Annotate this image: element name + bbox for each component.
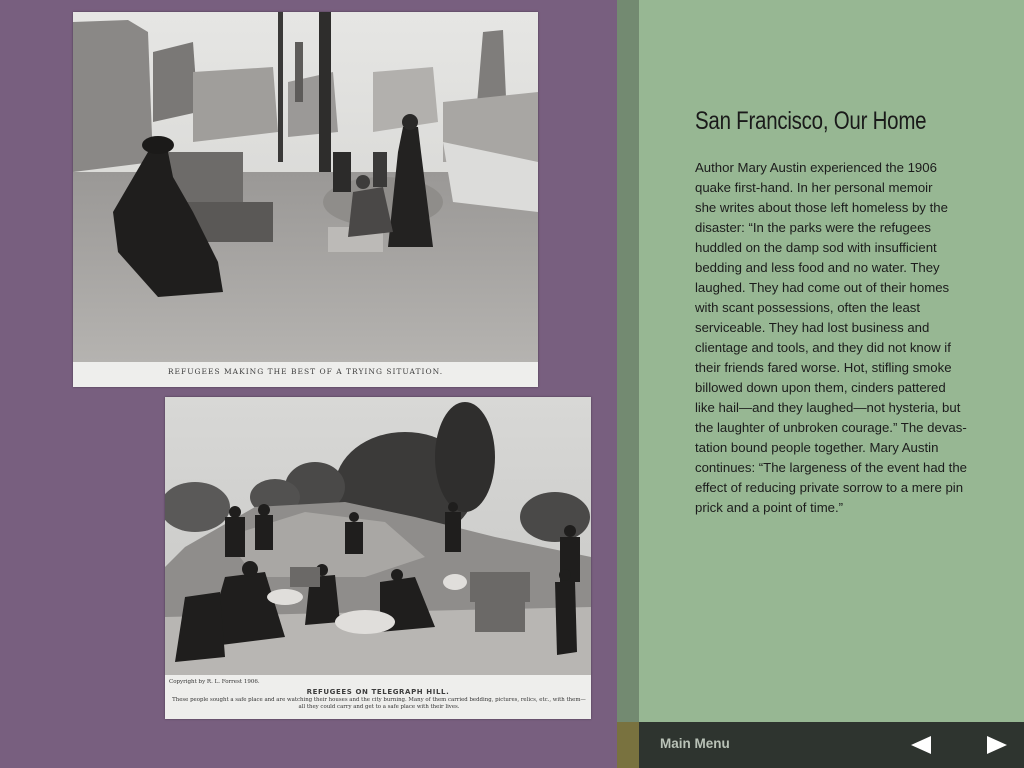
divider-band — [617, 0, 639, 722]
article-line: like hail—and they laughed—not hysteria,… — [695, 400, 961, 415]
article-title: San Francisco, Our Home — [695, 107, 927, 135]
article-line: tation bound people together. Mary Austi… — [695, 440, 939, 455]
divider-band-accent — [617, 722, 639, 768]
triangle-left-icon — [911, 736, 931, 754]
article-body: Author Mary Austin experienced the 1906 … — [695, 158, 1000, 518]
photo-2-caption-subtitle: These people sought a safe place and are… — [172, 697, 586, 710]
photo-2-image — [165, 397, 591, 675]
article-line: prick and a point of time.” — [695, 500, 844, 515]
triangle-right-icon — [987, 736, 1007, 754]
article-line: huddled on the damp sod with insufficien… — [695, 240, 937, 255]
article-line: clientage and tools, and they did not kn… — [695, 340, 951, 355]
photo-1-caption: REFUGEES MAKING THE BEST OF A TRYING SIT… — [167, 367, 444, 376]
photo-2-copyright: Copyright by R. L. Forrest 1906. — [169, 679, 260, 685]
main-menu-button[interactable]: Main Menu — [660, 736, 730, 751]
bottom-nav-bar: Main Menu — [639, 722, 1024, 768]
photo-refugees-trying-situation: REFUGEES MAKING THE BEST OF A TRYING SIT… — [73, 12, 538, 387]
article-line: she writes about those left homeless by … — [695, 200, 948, 215]
photo-1-image — [73, 12, 538, 362]
article-line: disaster: “In the parks were the refugee… — [695, 220, 932, 235]
article-line: with scant possessions, often the least — [695, 300, 921, 315]
previous-page-button[interactable] — [909, 734, 933, 756]
article-line: quake first-hand. In her personal memoir — [695, 180, 933, 195]
article-line: billowed down upon them, cinders pattere… — [695, 380, 946, 395]
article-line: continues: “The largeness of the event h… — [695, 460, 967, 475]
photo-refugees-telegraph-hill: Copyright by R. L. Forrest 1906. REFUGEE… — [165, 397, 591, 719]
article-line: laughed. They had come out of their home… — [695, 280, 950, 295]
article-line: Author Mary Austin experienced the 1906 — [695, 160, 937, 175]
article-line: effect of reducing private sorrow to a m… — [695, 480, 964, 495]
article-line: their friends fared worse. Hot, stifling… — [695, 360, 952, 375]
article-line: bedding and less food and no water. They — [695, 260, 940, 275]
article-line: the laughter of unbroken courage.” The d… — [695, 420, 967, 435]
photo-2-caption-title: REFUGEES ON TELEGRAPH HILL. — [306, 688, 450, 696]
article-line: serviceable. They had lost business and — [695, 320, 930, 335]
next-page-button[interactable] — [985, 734, 1009, 756]
